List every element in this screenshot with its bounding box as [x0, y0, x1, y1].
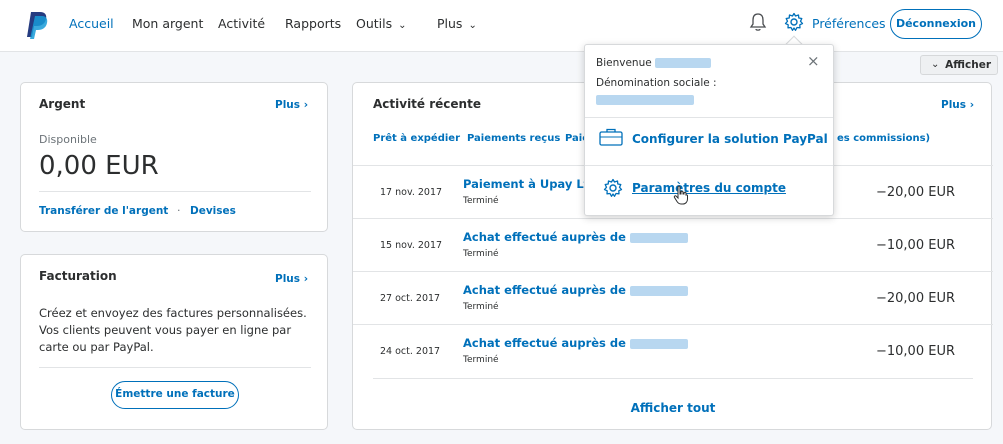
money-more-label: Plus: [275, 99, 301, 111]
divider: [585, 165, 833, 166]
currencies-link[interactable]: Devises: [190, 205, 236, 217]
transaction-date: 24 oct. 2017: [380, 346, 441, 357]
divider: [373, 378, 973, 379]
activity-card-title: Activité récente: [373, 97, 481, 111]
redacted-company-name: [596, 95, 694, 105]
filter-fees[interactable]: es commissions): [837, 133, 930, 144]
create-invoice-button[interactable]: Émettre une facture: [111, 381, 239, 409]
transaction-status: Terminé: [463, 196, 499, 206]
transaction-title-text: Achat effectué auprès de: [463, 230, 626, 244]
money-card: Argent Plus › Disponible 0,00 EUR Transf…: [20, 82, 328, 232]
close-icon[interactable]: ×: [807, 52, 820, 70]
nav-tools-label: Outils: [356, 16, 393, 31]
filter-ready-to-ship[interactable]: Prêt à expédier: [373, 133, 460, 144]
transaction-amount: −20,00 EUR: [875, 291, 955, 306]
redacted-user-name: [655, 58, 712, 68]
gear-icon: [603, 178, 623, 197]
transaction-row[interactable]: 15 nov. 2017 Achat effectué auprès de Te…: [353, 218, 993, 271]
transaction-date: 17 nov. 2017: [380, 187, 443, 198]
divider: [39, 367, 311, 368]
activity-more-label: Plus: [941, 99, 967, 111]
billing-card-title: Facturation: [39, 269, 117, 283]
account-settings-link[interactable]: Paramètres du compte: [632, 181, 786, 195]
nav-money[interactable]: Mon argent: [132, 16, 203, 31]
transaction-title[interactable]: Paiement à Upay Ltd: [463, 177, 597, 191]
setup-paypal-link[interactable]: Configurer la solution PayPal: [632, 132, 828, 146]
preferences-link[interactable]: Préférences: [812, 16, 886, 31]
show-button[interactable]: ⌄ Afficher: [920, 55, 998, 75]
transaction-title[interactable]: Achat effectué auprès de: [463, 336, 688, 350]
transaction-status: Terminé: [463, 355, 499, 365]
paypal-logo[interactable]: [26, 11, 48, 39]
billing-more-link[interactable]: Plus ›: [275, 273, 308, 285]
transaction-status: Terminé: [463, 302, 499, 312]
see-all-link[interactable]: Afficher tout: [353, 401, 993, 415]
redacted-merchant: [629, 232, 688, 243]
filter-payments-received[interactable]: Paiements reçus: [467, 133, 560, 144]
billing-card: Facturation Plus › Créez et envoyez des …: [20, 254, 328, 430]
nav-home[interactable]: Accueil: [69, 16, 114, 31]
transaction-title-text: Achat effectué auprès de: [463, 336, 626, 350]
show-button-label: Afficher: [945, 59, 991, 71]
welcome-label: Bienvenue: [596, 57, 652, 69]
hand-cursor-icon: [673, 185, 688, 205]
transaction-amount: −20,00 EUR: [875, 185, 955, 200]
company-name-label: Dénomination sociale :: [596, 77, 717, 89]
chevron-down-icon: ⌄: [931, 59, 940, 70]
billing-description: Créez et envoyez des factures personnali…: [39, 306, 307, 354]
available-label: Disponible: [39, 133, 97, 146]
redacted-merchant: [629, 338, 688, 349]
billing-more-label: Plus: [275, 273, 301, 285]
chevron-right-icon: ›: [303, 273, 309, 285]
transfer-money-link[interactable]: Transférer de l'argent: [39, 205, 168, 217]
chevron-right-icon: ›: [303, 99, 309, 111]
redacted-merchant: [629, 285, 688, 296]
nav-activity[interactable]: Activité: [218, 16, 265, 31]
chevron-down-icon: ⌄: [398, 20, 407, 31]
nav-more[interactable]: Plus ⌄: [437, 16, 477, 31]
activity-more-link[interactable]: Plus ›: [941, 99, 974, 111]
transaction-date: 27 oct. 2017: [380, 293, 441, 304]
chevron-right-icon: ›: [969, 99, 975, 111]
nav-tools[interactable]: Outils ⌄: [356, 16, 407, 31]
transaction-row[interactable]: 27 oct. 2017 Achat effectué auprès de Te…: [353, 271, 993, 324]
divider: [39, 191, 311, 192]
logout-button[interactable]: Déconnexion: [890, 9, 982, 39]
chevron-down-icon: ⌄: [468, 20, 477, 31]
balance-amount: 0,00 EUR: [39, 151, 159, 181]
preferences-dropdown: Bienvenue × Dénomination sociale : Confi…: [584, 44, 834, 216]
nav-more-label: Plus: [437, 16, 463, 31]
transaction-amount: −10,00 EUR: [875, 238, 955, 253]
bell-icon[interactable]: [749, 12, 767, 32]
welcome-text: Bienvenue: [596, 57, 712, 69]
briefcase-icon: [599, 128, 623, 146]
divider: [585, 117, 833, 118]
transaction-title[interactable]: Achat effectué auprès de: [463, 283, 688, 297]
transaction-status: Terminé: [463, 249, 499, 259]
link-separator: ·: [177, 204, 181, 217]
transaction-title-text: Achat effectué auprès de: [463, 283, 626, 297]
transaction-amount: −10,00 EUR: [875, 344, 955, 359]
nav-reports[interactable]: Rapports: [285, 16, 341, 31]
money-more-link[interactable]: Plus ›: [275, 99, 308, 111]
transaction-row[interactable]: 24 oct. 2017 Achat effectué auprès de Te…: [353, 324, 993, 377]
gear-icon[interactable]: [784, 12, 804, 32]
transaction-date: 15 nov. 2017: [380, 240, 443, 251]
top-navigation: Accueil Mon argent Activité Rapports Out…: [0, 0, 1003, 52]
transaction-title[interactable]: Achat effectué auprès de: [463, 230, 688, 244]
money-card-title: Argent: [39, 97, 86, 111]
